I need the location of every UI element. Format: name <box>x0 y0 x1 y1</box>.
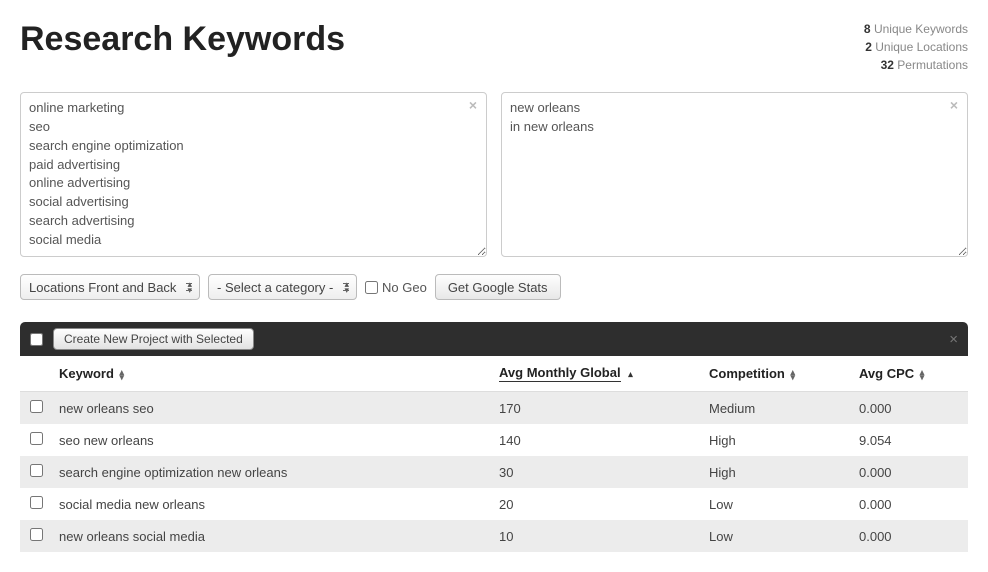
cell-avg-monthly: 30 <box>491 456 701 488</box>
clear-locations-icon[interactable]: × <box>950 97 958 113</box>
select-all-checkbox[interactable] <box>30 333 43 346</box>
category-select[interactable]: - Select a category - <box>208 274 357 300</box>
no-geo-label[interactable]: No Geo <box>365 280 427 295</box>
cell-keyword: social media new orleans <box>51 488 491 520</box>
row-checkbox[interactable] <box>30 400 43 413</box>
table-header-avg-monthly[interactable]: Avg Monthly Global ▴ <box>491 356 701 392</box>
stats-keywords-count: 8 <box>864 22 871 36</box>
create-project-button[interactable]: Create New Project with Selected <box>53 328 254 350</box>
cell-keyword: search engine optimization new orleans <box>51 456 491 488</box>
table-row: search engine optimization new orleans30… <box>20 456 968 488</box>
page-title: Research Keywords <box>20 20 345 59</box>
cell-avg-cpc: 0.000 <box>851 456 968 488</box>
cell-keyword: new orleans seo <box>51 392 491 425</box>
selection-toolbar: Create New Project with Selected × <box>20 322 968 356</box>
cell-keyword: seo new orleans <box>51 424 491 456</box>
close-toolbar-icon[interactable]: × <box>949 331 958 348</box>
table-header-avg-cpc[interactable]: Avg CPC ▴▾ <box>851 356 968 392</box>
sort-icon: ▴▾ <box>790 370 795 380</box>
cell-avg-cpc: 9.054 <box>851 424 968 456</box>
keywords-textarea[interactable] <box>20 92 487 257</box>
table-row: new orleans seo170Medium0.000 <box>20 392 968 425</box>
cell-avg-monthly: 10 <box>491 520 701 552</box>
location-mode-select[interactable]: Locations Front and Back <box>20 274 200 300</box>
cell-avg-monthly: 20 <box>491 488 701 520</box>
table-header-checkbox <box>20 356 51 392</box>
cell-competition: High <box>701 456 851 488</box>
row-checkbox[interactable] <box>30 496 43 509</box>
stats-locations-label: Unique Locations <box>872 40 968 54</box>
stats-keywords-label: Unique Keywords <box>871 22 968 36</box>
stats-permutations-count: 32 <box>881 58 894 72</box>
stats-block: 8 Unique Keywords 2 Unique Locations 32 … <box>864 20 968 74</box>
get-google-stats-button[interactable]: Get Google Stats <box>435 274 561 300</box>
cell-competition: Low <box>701 488 851 520</box>
results-table: Keyword ▴▾ Avg Monthly Global ▴ Competit… <box>20 356 968 552</box>
table-header-competition[interactable]: Competition ▴▾ <box>701 356 851 392</box>
table-header-keyword[interactable]: Keyword ▴▾ <box>51 356 491 392</box>
no-geo-checkbox[interactable] <box>365 281 378 294</box>
sort-icon: ▴▾ <box>920 370 925 380</box>
cell-competition: Medium <box>701 392 851 425</box>
stats-locations-count: 2 <box>865 40 872 54</box>
table-row: social media new orleans20Low0.000 <box>20 488 968 520</box>
cell-avg-monthly: 140 <box>491 424 701 456</box>
stats-permutations-label: Permutations <box>894 58 968 72</box>
row-checkbox[interactable] <box>30 432 43 445</box>
table-row: new orleans social media10Low0.000 <box>20 520 968 552</box>
row-checkbox[interactable] <box>30 464 43 477</box>
clear-keywords-icon[interactable]: × <box>469 97 477 113</box>
cell-competition: Low <box>701 520 851 552</box>
sort-asc-icon: ▴ <box>628 369 633 379</box>
cell-competition: High <box>701 424 851 456</box>
cell-avg-cpc: 0.000 <box>851 392 968 425</box>
cell-avg-cpc: 0.000 <box>851 520 968 552</box>
locations-textarea[interactable] <box>501 92 968 257</box>
cell-avg-monthly: 170 <box>491 392 701 425</box>
table-row: seo new orleans140High9.054 <box>20 424 968 456</box>
cell-avg-cpc: 0.000 <box>851 488 968 520</box>
cell-keyword: new orleans social media <box>51 520 491 552</box>
sort-icon: ▴▾ <box>120 370 125 380</box>
